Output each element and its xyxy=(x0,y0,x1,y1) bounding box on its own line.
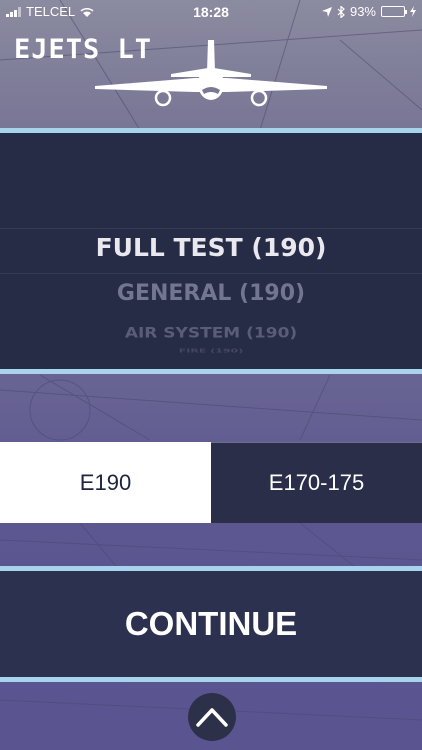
aircraft-e190-button[interactable]: E190 xyxy=(0,442,211,523)
airplane-icon xyxy=(95,40,327,107)
picker-option-air-system[interactable]: AIR SYSTEM (190) xyxy=(0,325,422,342)
picker-selection-line-top xyxy=(0,228,422,229)
location-icon xyxy=(321,6,332,17)
scroll-up-button[interactable] xyxy=(188,693,236,741)
continue-bottom-divider xyxy=(0,677,422,682)
picker-option-fire[interactable]: FIRE (190) xyxy=(0,347,422,354)
battery-percent: 93% xyxy=(349,4,376,19)
status-bar: TELCEL 18:28 93% xyxy=(0,0,422,24)
charging-icon xyxy=(410,6,416,17)
test-picker[interactable]: FULL TEST (190) GENERAL (190) AIR SYSTEM… xyxy=(0,133,422,369)
picker-option-full-test[interactable]: FULL TEST (190) xyxy=(0,233,422,262)
aircraft-e170-175-button[interactable]: E170-175 xyxy=(211,442,422,523)
picker-selection-line-bottom xyxy=(0,273,422,274)
picker-bottom-divider xyxy=(0,369,422,374)
continue-button[interactable]: CONTINUE xyxy=(0,571,422,677)
battery-icon xyxy=(381,6,407,17)
chevron-up-icon xyxy=(196,708,228,727)
picker-option-general[interactable]: GENERAL (190) xyxy=(0,281,422,306)
bluetooth-icon xyxy=(337,5,345,18)
